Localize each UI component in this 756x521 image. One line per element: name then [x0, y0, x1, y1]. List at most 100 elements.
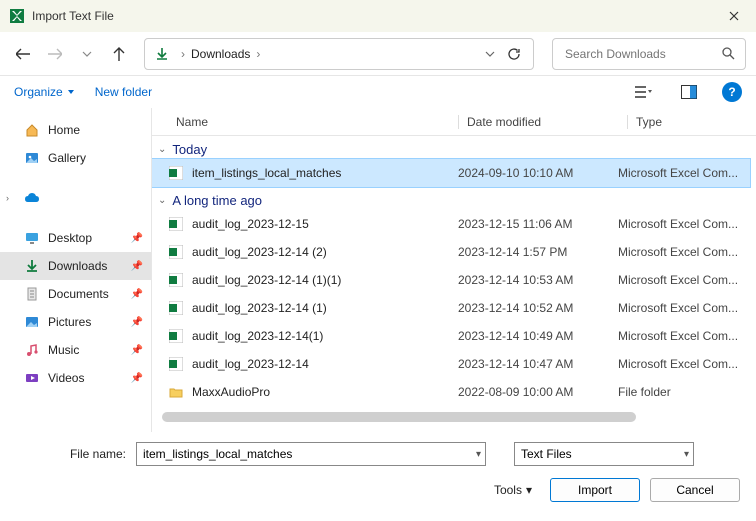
gallery-icon	[24, 150, 40, 166]
sidebar-item-onedrive[interactable]: ›	[0, 184, 151, 212]
organize-menu[interactable]: Organize	[14, 85, 75, 99]
file-name: audit_log_2023-12-14 (1)(1)	[192, 273, 458, 287]
tools-menu[interactable]: Tools ▾	[494, 483, 540, 497]
sidebar-label: Pictures	[48, 315, 91, 329]
sidebar-label: Downloads	[48, 259, 107, 273]
chevron-down-icon: ▾	[526, 483, 532, 497]
sidebar-item-desktop[interactable]: Desktop 📌	[0, 224, 151, 252]
excel-file-icon	[168, 165, 184, 181]
help-button[interactable]: ?	[722, 82, 742, 102]
new-folder-button[interactable]: New folder	[95, 85, 152, 99]
chevron-right-icon: ›	[6, 193, 9, 203]
sidebar-label: Documents	[48, 287, 109, 301]
videos-icon	[24, 370, 40, 386]
pictures-icon	[24, 314, 40, 330]
breadcrumb-bar[interactable]: › Downloads ›	[144, 38, 534, 70]
file-date: 2023-12-14 1:57 PM	[458, 245, 618, 259]
column-header-name[interactable]: Name	[176, 115, 458, 129]
back-button[interactable]	[10, 41, 36, 67]
pin-icon: 📌	[131, 345, 143, 356]
file-date: 2024-09-10 10:10 AM	[458, 166, 618, 180]
column-headers: Name Date modified Type	[152, 108, 756, 136]
file-type: Microsoft Excel Com...	[618, 329, 750, 343]
file-date: 2023-12-14 10:52 AM	[458, 301, 618, 315]
recent-locations-button[interactable]	[74, 41, 100, 67]
nav-bar: › Downloads ›	[0, 32, 756, 76]
cloud-icon	[24, 190, 40, 206]
breadcrumb-sep: ›	[181, 47, 185, 61]
footer: File name: item_listings_local_matches ▾…	[0, 432, 756, 514]
filename-value: item_listings_local_matches	[143, 447, 292, 461]
preview-pane-button[interactable]	[676, 80, 702, 104]
search-icon	[722, 47, 735, 60]
pin-icon: 📌	[131, 373, 143, 384]
file-row[interactable]: MaxxAudioPro 2022-08-09 10:00 AM File fo…	[152, 378, 750, 406]
filter-value: Text Files	[521, 447, 572, 461]
home-icon	[24, 122, 40, 138]
sidebar-item-gallery[interactable]: Gallery	[0, 144, 151, 172]
horizontal-scrollbar[interactable]	[162, 410, 740, 424]
file-row[interactable]: audit_log_2023-12-15 2023-12-15 11:06 AM…	[152, 210, 750, 238]
file-row[interactable]: audit_log_2023-12-14(1) 2023-12-14 10:49…	[152, 322, 750, 350]
title-bar: Import Text File	[0, 0, 756, 32]
group-header-today[interactable]: ⌄ Today	[152, 136, 750, 159]
group-header-old[interactable]: ⌄ A long time ago	[152, 187, 750, 210]
folder-icon	[168, 384, 184, 400]
file-list-panel: Name Date modified Type ⌄ Today item_lis…	[152, 108, 756, 432]
download-arrow-icon	[155, 47, 169, 61]
refresh-button[interactable]	[503, 47, 525, 61]
excel-file-icon	[168, 272, 184, 288]
file-type: Microsoft Excel Com...	[618, 301, 750, 315]
file-row[interactable]: item_listings_local_matches 2024-09-10 1…	[152, 159, 750, 187]
close-button[interactable]	[712, 0, 756, 32]
sidebar-item-videos[interactable]: Videos 📌	[0, 364, 151, 392]
cancel-button[interactable]: Cancel	[650, 478, 740, 502]
pin-icon: 📌	[131, 261, 143, 272]
excel-file-icon	[168, 244, 184, 260]
file-type: Microsoft Excel Com...	[618, 273, 750, 287]
filename-combobox[interactable]: item_listings_local_matches ▾	[136, 442, 486, 466]
toolbar: Organize New folder ?	[0, 76, 756, 108]
search-input[interactable]	[563, 46, 735, 62]
sidebar-item-downloads[interactable]: Downloads 📌	[0, 252, 151, 280]
sidebar-item-pictures[interactable]: Pictures 📌	[0, 308, 151, 336]
excel-file-icon	[168, 216, 184, 232]
up-button[interactable]	[106, 41, 132, 67]
file-list[interactable]: ⌄ Today item_listings_local_matches 2024…	[152, 136, 756, 432]
search-box[interactable]	[552, 38, 746, 70]
forward-button[interactable]	[42, 41, 68, 67]
sidebar-label: Gallery	[48, 151, 86, 165]
pin-icon: 📌	[131, 289, 143, 300]
chevron-down-icon: ▾	[476, 449, 481, 460]
chevron-down-icon: ⌄	[158, 144, 166, 155]
import-button[interactable]: Import	[550, 478, 640, 502]
excel-file-icon	[168, 328, 184, 344]
pin-icon: 📌	[131, 233, 143, 244]
group-label: A long time ago	[172, 193, 262, 208]
file-name: audit_log_2023-12-14 (1)	[192, 301, 458, 315]
file-date: 2023-12-14 10:53 AM	[458, 273, 618, 287]
file-row[interactable]: audit_log_2023-12-14 (2) 2023-12-14 1:57…	[152, 238, 750, 266]
pin-icon: 📌	[131, 317, 143, 328]
tools-label: Tools	[494, 483, 522, 497]
file-row[interactable]: audit_log_2023-12-14 2023-12-14 10:47 AM…	[152, 350, 750, 378]
file-row[interactable]: audit_log_2023-12-14 (1) 2023-12-14 10:5…	[152, 294, 750, 322]
sidebar-item-home[interactable]: Home	[0, 116, 151, 144]
chevron-down-icon: ⌄	[158, 195, 166, 206]
file-type: Microsoft Excel Com...	[618, 217, 750, 231]
file-name: audit_log_2023-12-14 (2)	[192, 245, 458, 259]
file-date: 2022-08-09 10:00 AM	[458, 385, 618, 399]
organize-label: Organize	[14, 85, 63, 99]
file-name: audit_log_2023-12-15	[192, 217, 458, 231]
column-header-type[interactable]: Type	[636, 115, 756, 129]
filetype-filter-combobox[interactable]: Text Files ▾	[514, 442, 694, 466]
file-row[interactable]: audit_log_2023-12-14 (1)(1) 2023-12-14 1…	[152, 266, 750, 294]
column-header-date[interactable]: Date modified	[467, 115, 627, 129]
scrollbar-thumb[interactable]	[162, 412, 636, 422]
file-type: Microsoft Excel Com...	[618, 357, 750, 371]
breadcrumb-dropdown[interactable]	[485, 49, 495, 59]
view-options-button[interactable]	[630, 80, 656, 104]
sidebar-item-documents[interactable]: Documents 📌	[0, 280, 151, 308]
breadcrumb-location[interactable]: Downloads	[191, 47, 250, 61]
sidebar-item-music[interactable]: Music 📌	[0, 336, 151, 364]
